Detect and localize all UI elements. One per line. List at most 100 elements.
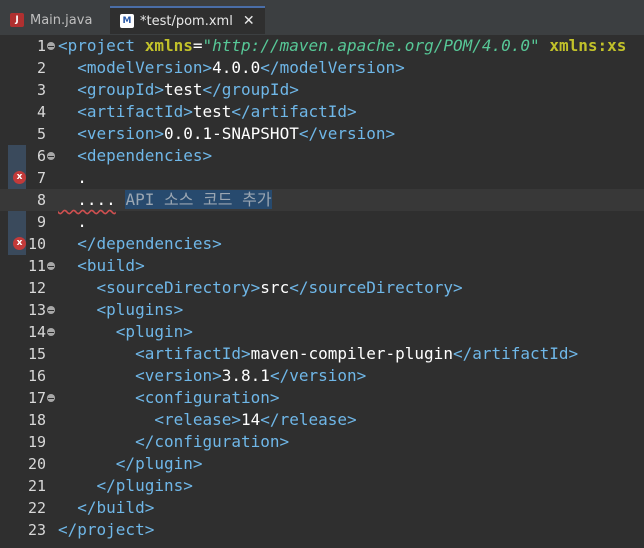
text: 4.0.0	[212, 58, 261, 77]
text	[58, 80, 77, 99]
code-line[interactable]: 4 <artifactId>test</artifactId>	[0, 101, 644, 123]
code-line[interactable]: 7x .	[0, 167, 644, 189]
code-line[interactable]: 13 <plugins>	[0, 299, 644, 321]
xml-tag: <artifactId>	[135, 344, 251, 363]
line-number: 5	[36, 125, 46, 143]
code-text: <project xmlns="http://maven.apache.org/…	[58, 35, 626, 57]
xml-tag: <release>	[154, 410, 242, 429]
code-line[interactable]: 8 .... API 소스 코드 추가	[0, 189, 644, 211]
code-line[interactable]: 3 <groupId>test</groupId>	[0, 79, 644, 101]
code-text: .... API 소스 코드 추가	[58, 189, 272, 211]
maven-pom-icon: M	[120, 14, 134, 28]
editor-tab-bar: J Main.java M *test/pom.xml ✕	[0, 0, 644, 36]
text	[58, 366, 135, 385]
code-line[interactable]: 17 <configuration>	[0, 387, 644, 409]
text	[58, 454, 116, 473]
code-text: <version>0.0.1-SNAPSHOT</version>	[58, 123, 395, 145]
xml-attribute: xmlns	[144, 36, 193, 55]
code-text: <configuration>	[58, 387, 280, 409]
code-line[interactable]: 19 </configuration>	[0, 431, 644, 453]
fold-toggle-icon[interactable]	[47, 262, 55, 270]
code-line[interactable]: 20 </plugin>	[0, 453, 644, 475]
code-line[interactable]: 18 <release>14</release>	[0, 409, 644, 431]
xml-tag: </groupId>	[202, 80, 299, 99]
code-text: </configuration>	[58, 431, 289, 453]
code-text: </build>	[58, 497, 154, 519]
code-text: <plugins>	[58, 299, 184, 321]
xml-tag: <dependencies>	[77, 146, 213, 165]
line-number: 19	[27, 433, 46, 451]
line-number: 21	[27, 477, 46, 495]
text	[58, 278, 97, 297]
code-text: <artifactId>test</artifactId>	[58, 101, 357, 123]
error-text: ....	[58, 190, 116, 209]
code-text: .	[58, 211, 87, 233]
line-number: 2	[36, 59, 46, 77]
line-number: 15	[27, 345, 46, 363]
text: =	[192, 36, 203, 55]
code-line[interactable]: 12 <sourceDirectory>src</sourceDirectory…	[0, 277, 644, 299]
code-line[interactable]: 22 </build>	[0, 497, 644, 519]
tab-pom-xml[interactable]: M *test/pom.xml ✕	[110, 6, 265, 34]
xml-tag: <version>	[77, 124, 164, 143]
xml-tag: <plugin>	[115, 322, 193, 341]
code-line[interactable]: 16 <version>3.8.1</version>	[0, 365, 644, 387]
error-marker-icon[interactable]: x	[13, 171, 26, 184]
code-editor[interactable]: 1 <project xmlns="http://maven.apache.org…	[0, 35, 644, 548]
code-line[interactable]: 2 <modelVersion>4.0.0</modelVersion>	[0, 57, 644, 79]
text	[58, 146, 77, 165]
line-number: 12	[27, 279, 46, 297]
line-number: 20	[27, 455, 46, 473]
line-number: 16	[27, 367, 46, 385]
code-line[interactable]: 21 </plugins>	[0, 475, 644, 497]
fold-toggle-icon[interactable]	[47, 394, 55, 402]
code-line[interactable]: 5 <version>0.0.1-SNAPSHOT</version>	[0, 123, 644, 145]
text	[58, 102, 77, 121]
text: src	[260, 278, 290, 297]
fold-toggle-icon[interactable]	[47, 306, 55, 314]
code-line[interactable]: 11 <build>	[0, 255, 644, 277]
text	[116, 190, 126, 209]
code-line[interactable]: 6 <dependencies>	[0, 145, 644, 167]
tab-main-java[interactable]: J Main.java	[0, 6, 92, 34]
text	[58, 344, 135, 363]
line-number: 4	[36, 103, 46, 121]
line-number: 14	[27, 323, 46, 341]
text	[58, 476, 97, 495]
java-file-icon: J	[10, 13, 24, 27]
line-number: 11	[27, 257, 46, 275]
fold-toggle-icon[interactable]	[47, 328, 55, 336]
xml-tag: <sourceDirectory>	[96, 278, 261, 297]
code-text: <sourceDirectory>src</sourceDirectory>	[58, 277, 463, 299]
xml-tag: </project>	[58, 520, 155, 539]
line-number: 13	[27, 301, 46, 319]
code-text: <groupId>test</groupId>	[58, 79, 299, 101]
xml-tag: <plugins>	[96, 300, 184, 319]
code-line[interactable]: 9 .	[0, 211, 644, 233]
code-text: </plugin>	[58, 453, 203, 475]
text	[540, 36, 550, 55]
code-line[interactable]: 10 x </dependencies>	[0, 233, 644, 255]
xml-tag: <version>	[135, 366, 222, 385]
fold-toggle-icon[interactable]	[47, 42, 55, 50]
xml-tag: <build>	[77, 256, 145, 275]
code-line[interactable]: 14 <plugin>	[0, 321, 644, 343]
code-text: <modelVersion>4.0.0</modelVersion>	[58, 57, 405, 79]
code-line[interactable]: 15 <artifactId>maven-compiler-plugin</ar…	[0, 343, 644, 365]
text	[58, 300, 97, 319]
tab-label: *test/pom.xml	[140, 13, 233, 29]
line-number: 18	[27, 411, 46, 429]
text: test	[192, 102, 232, 121]
xml-tag: </build>	[77, 498, 155, 517]
fold-toggle-icon[interactable]	[47, 152, 55, 160]
close-icon[interactable]: ✕	[243, 13, 255, 29]
code-line[interactable]: 23 </project>	[0, 519, 644, 541]
code-text: <release>14</release>	[58, 409, 356, 431]
error-marker-icon[interactable]: x	[13, 237, 26, 250]
xml-tag: </artifactId>	[231, 102, 357, 121]
code-line[interactable]: 1 <project xmlns="http://maven.apache.org…	[0, 35, 644, 57]
text: maven-compiler-plugin	[250, 344, 453, 363]
code-text: <dependencies>	[58, 145, 212, 167]
xml-tag: </configuration>	[135, 432, 290, 451]
selected-text: API 소스 코드 추가	[125, 190, 272, 209]
